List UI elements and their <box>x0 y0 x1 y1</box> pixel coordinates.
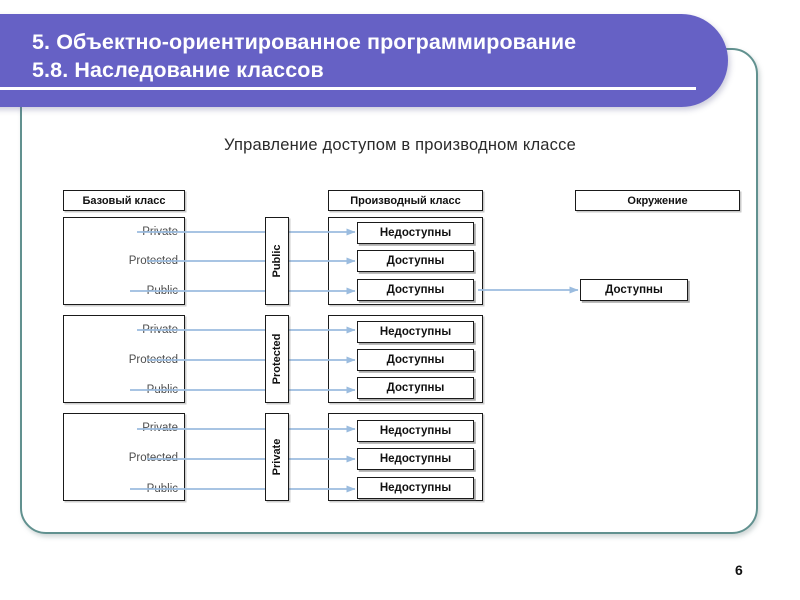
inheritance-mode-label: Public <box>271 244 283 278</box>
title-underline <box>0 87 696 90</box>
environment-result-box: Доступны <box>580 279 688 301</box>
inheritance-mode-box: Public <box>265 217 289 305</box>
base-member-label: Private <box>142 226 178 238</box>
derived-result-box: Доступны <box>357 250 474 272</box>
inheritance-mode-box: Protected <box>265 315 289 403</box>
inheritance-mode-box: Private <box>265 413 289 501</box>
derived-result-box: Доступны <box>357 377 474 399</box>
column-header-base-class: Базовый класс <box>63 190 185 211</box>
base-member-label: Public <box>146 483 178 495</box>
title-banner: 5. Объектно-ориентированное программиров… <box>0 14 728 107</box>
derived-result-box: Недоступны <box>357 222 474 244</box>
derived-result-box: Недоступны <box>357 448 474 470</box>
inheritance-mode-label: Protected <box>271 333 283 385</box>
derived-result-box: Недоступны <box>357 477 474 499</box>
derived-result-box: Недоступны <box>357 420 474 442</box>
page-title: 5. Объектно-ориентированное программиров… <box>32 30 577 82</box>
base-member-label: Private <box>142 422 178 434</box>
column-header-derived-class: Производный класс <box>328 190 483 211</box>
base-member-label: Public <box>146 285 178 297</box>
base-member-label: Public <box>146 384 178 396</box>
base-member-label: Protected <box>128 255 178 267</box>
base-member-label: Protected <box>128 354 178 366</box>
page-number: 6 <box>735 562 743 578</box>
derived-result-box: Доступны <box>357 349 474 371</box>
base-member-label: Protected <box>128 452 178 464</box>
inheritance-mode-label: Private <box>271 438 283 476</box>
slide-canvas: 5. Объектно-ориентированное программиров… <box>0 0 800 600</box>
derived-result-box: Недоступны <box>357 321 474 343</box>
column-header-environment: Окружение <box>575 190 740 211</box>
base-member-label: Private <box>142 324 178 336</box>
derived-result-box: Доступны <box>357 279 474 301</box>
